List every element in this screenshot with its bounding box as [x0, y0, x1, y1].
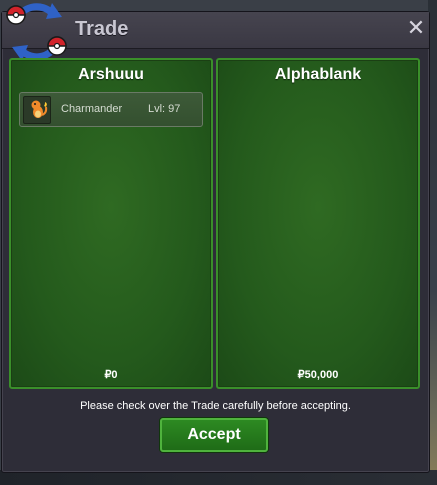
my-trainer-name: Arshuuu — [78, 66, 144, 83]
trade-window: Trade ✕ Arshuuu Charmander Lvl: 97 ₽0 Al… — [1, 3, 430, 473]
trade-notice-text: Please check over the Trade carefully be… — [80, 400, 351, 412]
accept-button[interactable]: Accept — [160, 418, 268, 452]
my-offer-panel: Arshuuu Charmander Lvl: 97 ₽0 — [9, 58, 213, 389]
offered-pokemon-slot[interactable]: Charmander Lvl: 97 — [19, 92, 203, 127]
my-money-offer: ₽0 — [104, 369, 118, 381]
pokemon-name: Charmander — [61, 103, 123, 115]
pokemon-level: Lvl: 97 — [148, 103, 181, 115]
close-icon[interactable]: ✕ — [406, 18, 426, 40]
partner-money-offer: ₽50,000 — [297, 369, 339, 381]
charmander-icon — [23, 96, 51, 124]
partner-offer-panel: Alphablank ₽50,000 — [216, 58, 420, 389]
trade-logo-icon — [6, 3, 67, 61]
window-title: Trade — [75, 18, 129, 40]
partner-trainer-name: Alphablank — [274, 66, 362, 83]
